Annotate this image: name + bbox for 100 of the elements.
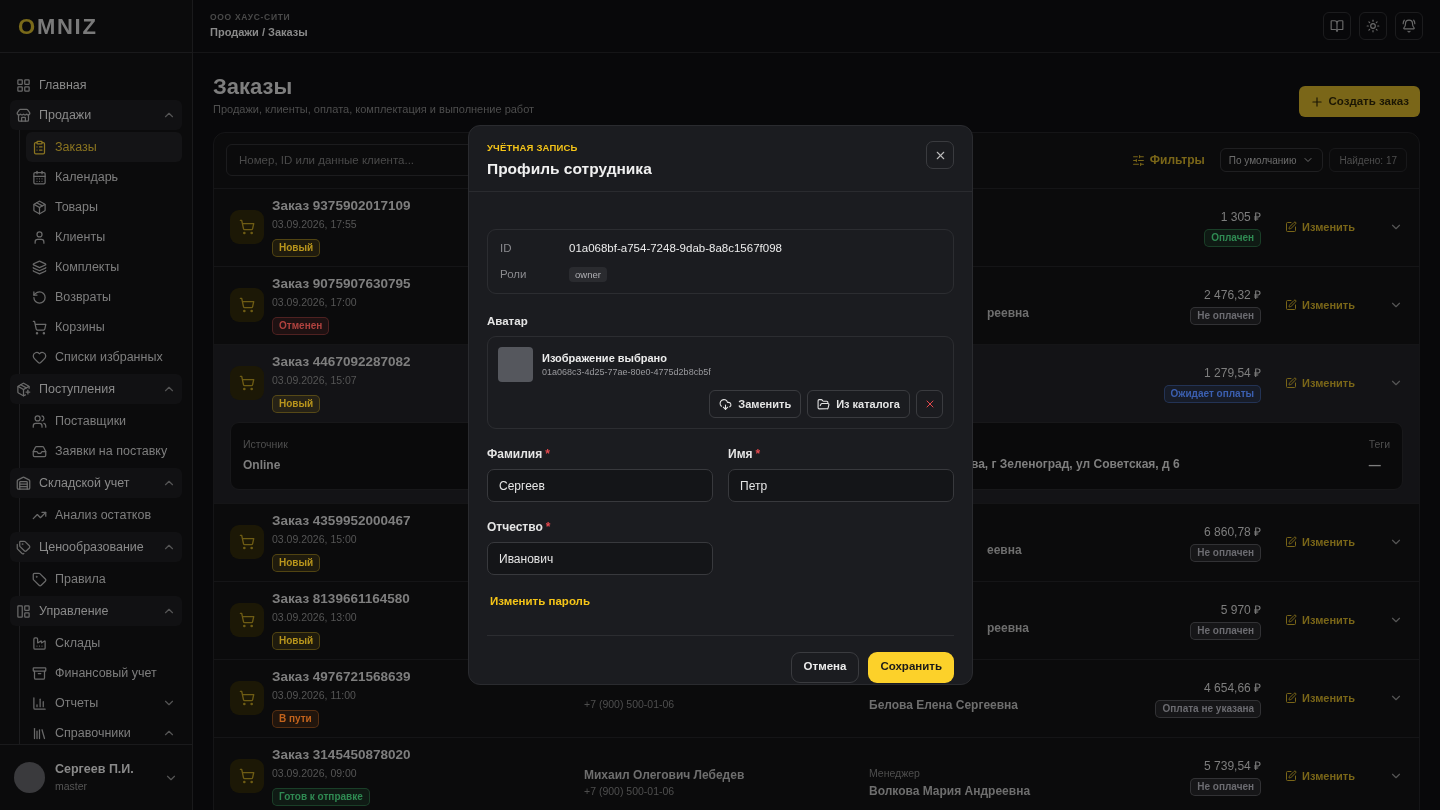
company-name: ООО ХАУС-СИТИ xyxy=(210,11,292,25)
order-date: 03.09.2026, 17:00 xyxy=(272,295,358,311)
status-label: В пути xyxy=(272,710,319,728)
sidebar-item[interactable]: Заявки на поставку xyxy=(26,436,182,466)
close-button[interactable] xyxy=(926,141,954,169)
detail-value: Online xyxy=(243,456,282,474)
order-amount: 2 476,32 ₽ xyxy=(1204,286,1262,304)
sidebar-group[interactable]: Поступления xyxy=(10,374,182,404)
status-label: Новый xyxy=(272,395,321,413)
client-phone: +7 (900) 500-01-06 xyxy=(584,784,676,800)
manager-label: Менеджер xyxy=(869,766,921,782)
sidebar-item[interactable]: Финансовый учет xyxy=(26,658,182,688)
info-label: Роли xyxy=(500,266,528,282)
avatar-label: Аватар xyxy=(487,314,528,329)
manager-name: реевна xyxy=(987,621,1029,635)
status-label: Новый xyxy=(272,632,321,650)
theme-button[interactable] xyxy=(1359,12,1387,40)
remove-button[interactable] xyxy=(916,390,943,419)
payment-status: Не оплачен xyxy=(1190,543,1262,562)
catalog-button[interactable]: Из каталога xyxy=(807,390,910,419)
edit-button[interactable]: Изменить xyxy=(1285,689,1355,707)
order-title: Заказ 3145450878020 xyxy=(272,746,411,764)
create-order-button[interactable]: Создать заказ xyxy=(1298,86,1420,117)
filters-button[interactable]: Фильтры xyxy=(1131,151,1205,169)
edit-button[interactable]: Изменить xyxy=(1285,611,1355,629)
plus-icon xyxy=(1309,94,1324,109)
sidebar-item[interactable]: Поставщики xyxy=(26,406,182,436)
bell-icon xyxy=(1402,19,1416,33)
edit-button[interactable]: Изменить xyxy=(1285,296,1355,314)
edit-icon xyxy=(1285,614,1298,626)
sidebar-item[interactable]: Товары xyxy=(26,192,182,222)
edit-button[interactable]: Изменить xyxy=(1285,767,1355,785)
sidebar-group[interactable]: Складской учет xyxy=(10,468,182,498)
sidebar-group[interactable]: Главная xyxy=(10,70,182,100)
status-label: Отменен xyxy=(272,317,330,335)
edit-button[interactable]: Изменить xyxy=(1285,374,1355,392)
detail-label: Источник xyxy=(243,437,289,453)
order-amount: 4 654,66 ₽ xyxy=(1204,679,1262,697)
sidebar-item[interactable]: Возвраты xyxy=(26,282,182,312)
sidebar-item[interactable]: Отчеты xyxy=(26,688,182,718)
sidebar-item[interactable]: Справочники xyxy=(26,718,182,744)
cart-icon xyxy=(230,759,264,793)
guide-button[interactable] xyxy=(1323,12,1351,40)
order-title: Заказ 4467092287082 xyxy=(272,353,411,371)
edit-icon xyxy=(1285,299,1298,311)
image-id: 01a068c3-4d25-77ae-80e0-4775d2b8cb5f xyxy=(542,366,711,380)
cloud-icon xyxy=(719,397,733,411)
sidebar-group[interactable]: Продажи xyxy=(10,100,182,130)
client-name: Михаил Олегович Лебедев xyxy=(584,767,746,785)
sidebar-group[interactable]: Ценообразование xyxy=(10,532,182,562)
edit-button[interactable]: Изменить xyxy=(1285,533,1355,551)
change-password-link[interactable]: Изменить пароль xyxy=(490,593,590,611)
cancel-button[interactable]: Отмена xyxy=(790,651,860,683)
edit-icon xyxy=(1285,536,1298,548)
sidebar-item[interactable]: Заказы xyxy=(26,132,182,162)
status-label: Готов к отправке xyxy=(272,788,370,806)
order-date: 03.09.2026, 11:00 xyxy=(272,688,357,704)
manager-name: Белова Елена Сергеевна xyxy=(869,697,1020,714)
edit-icon xyxy=(1285,692,1298,704)
order-amount: 5 739,54 ₽ xyxy=(1204,757,1262,775)
name-field[interactable]: Сергеев xyxy=(487,469,713,503)
manager-name: еевна xyxy=(987,543,1022,557)
name-field[interactable]: Петр xyxy=(728,469,954,503)
sidebar-item[interactable]: Комплекты xyxy=(26,252,182,282)
book-icon xyxy=(1330,19,1344,33)
sidebar-item[interactable]: Правила xyxy=(26,564,182,594)
sidebar-item[interactable]: Корзины xyxy=(26,312,182,342)
order-date: 03.09.2026, 15:07 xyxy=(272,373,358,389)
notifications-button[interactable] xyxy=(1395,12,1423,40)
sort-select[interactable]: По умолчанию xyxy=(1219,148,1324,172)
order-title: Заказ 9075907630795 xyxy=(272,275,411,293)
replace-button[interactable]: Заменить xyxy=(709,390,802,419)
sidebar-item[interactable]: Календарь xyxy=(26,162,182,192)
status-label: Новый xyxy=(272,554,321,572)
sidebar-item[interactable]: Клиенты xyxy=(26,222,182,252)
order-date: 03.09.2026, 13:00 xyxy=(272,610,358,626)
info-value: 01a068bf-a754-7248-9dab-8a8c1567f098 xyxy=(569,241,782,257)
detail-value: — xyxy=(1368,456,1382,474)
edit-icon xyxy=(1285,221,1298,233)
payment-status: Оплачен xyxy=(1204,228,1262,247)
order-date: 03.09.2026, 17:55 xyxy=(272,217,358,233)
edit-icon xyxy=(1285,770,1298,782)
sidebar-item[interactable]: Анализ остатков xyxy=(26,500,182,530)
brand-logo[interactable]: OMNIZ xyxy=(18,9,98,43)
cart-icon xyxy=(230,210,264,244)
user-menu[interactable]: Сергеев П.И. master xyxy=(0,744,192,810)
edit-button[interactable]: Изменить xyxy=(1285,218,1355,236)
info-label: ID xyxy=(500,241,513,257)
order-amount: 1 305 ₽ xyxy=(1220,208,1262,226)
dialog-eyebrow: УЧЁТНАЯ ЗАПИСЬ xyxy=(487,141,579,155)
order-title: Заказ 4976721568639 xyxy=(272,668,411,686)
cart-icon xyxy=(230,681,264,715)
sidebar-group[interactable]: Управление xyxy=(10,596,182,626)
breadcrumb[interactable]: Продажи / Заказы xyxy=(210,24,308,41)
sidebar-item[interactable]: Списки избранных xyxy=(26,342,182,372)
name-field[interactable]: Иванович xyxy=(487,542,713,576)
cart-icon xyxy=(230,525,264,559)
sidebar-item[interactable]: Склады xyxy=(26,628,182,658)
payment-status: Не оплачен xyxy=(1190,306,1262,325)
save-button[interactable]: Сохранить xyxy=(868,651,954,683)
